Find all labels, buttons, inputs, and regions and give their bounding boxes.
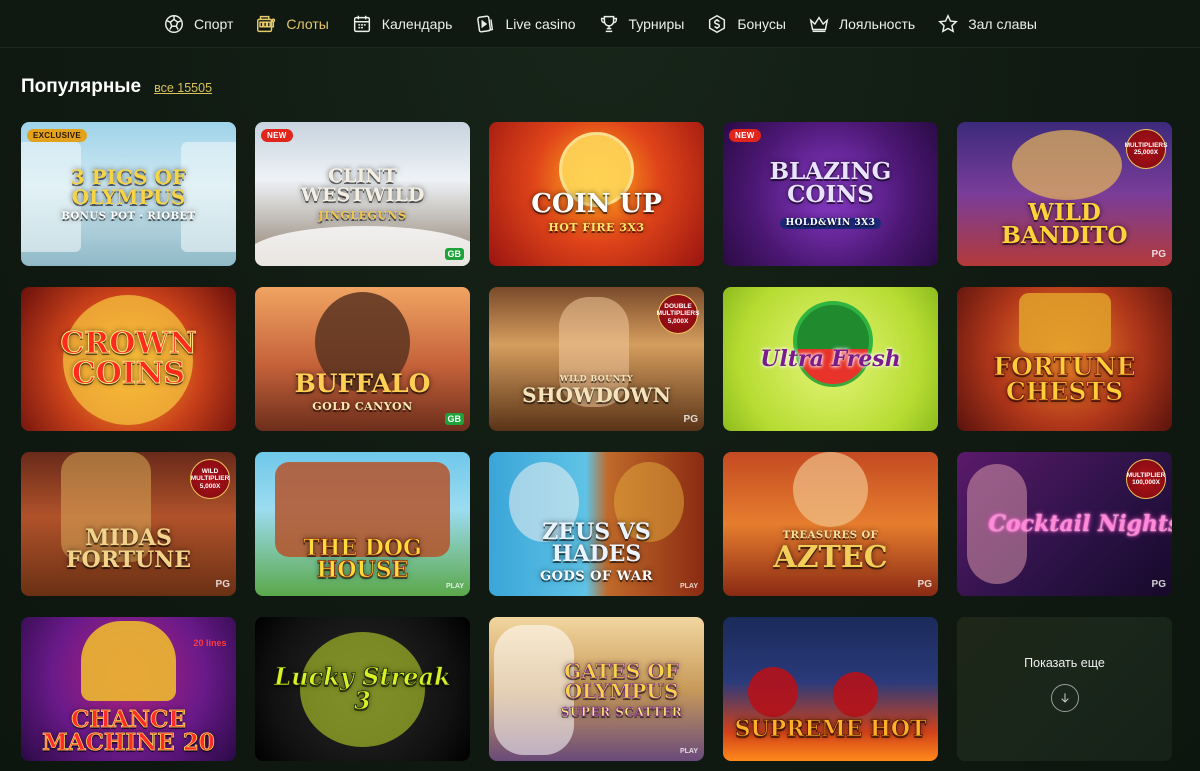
nav-item-bonuses[interactable]: Бонусы (706, 13, 786, 35)
provider-logo: PLAY (679, 748, 698, 755)
game-tile-zeus-vs-hades[interactable]: Zeus vs Hades Gods of War PLAY (489, 452, 704, 596)
calendar-icon (351, 13, 373, 35)
show-more-button[interactable]: Показать еще (957, 617, 1172, 761)
game-tile-midas-fortune[interactable]: WILD MULTIPLIER 5,000X Midas Fortune PG (21, 452, 236, 596)
multiplier-badge: DOUBLE MULTIPLIERS 5,000X (657, 294, 699, 334)
new-badge: NEW (729, 129, 761, 142)
game-tile-blazing-coins[interactable]: NEW Blazing Coins Hold&Win 3x3 (723, 122, 938, 266)
game-title: Clint Westwild Jingleguns (300, 165, 425, 222)
game-title: Treasures of Aztec (773, 530, 888, 575)
games-grid: EXCLUSIVE 3 Pigs of Olympus Bonus Pot · … (21, 122, 1172, 761)
nav-label: Бонусы (737, 15, 786, 32)
all-games-link[interactable]: все 15505 (154, 81, 212, 95)
soccer-ball-icon (163, 13, 185, 35)
game-title: Ultra Fresh (760, 346, 901, 372)
provider-logo: PG (683, 414, 698, 425)
nav-label: Слоты (286, 15, 329, 32)
game-title: Gates of Olympus Super Scatter (560, 658, 683, 719)
multiplier-badge: WILD MULTIPLIER 5,000X (190, 459, 230, 499)
game-tile-fortune-chests[interactable]: Fortune Chests (957, 287, 1172, 431)
game-title: Lucky Streak 3 (274, 662, 451, 715)
nav-item-sport[interactable]: Спорт (163, 13, 233, 35)
arrow-down-circle-icon (1050, 684, 1079, 712)
game-title: Buffalo Gold Canyon (294, 368, 431, 413)
game-title: Fortune Chests (993, 352, 1136, 406)
game-tile-wild-bounty-showdown[interactable]: DOUBLE MULTIPLIERS 5,000X Wild Bounty Sh… (489, 287, 704, 431)
section-header: Популярные все 15505 (21, 76, 212, 98)
game-title: The Dog House (303, 535, 422, 583)
nav-label: Турниры (628, 15, 685, 32)
game-title: Crown Coins (60, 326, 197, 391)
provider-logo: PLAY (445, 583, 464, 590)
nav-item-live-casino[interactable]: Live casino (474, 13, 576, 35)
lines-badge: 20 lines (193, 638, 227, 649)
nav-label: Live casino (505, 15, 576, 32)
show-more-label: Показать еще (1024, 656, 1105, 670)
game-title: Zeus vs Hades Gods of War (540, 519, 653, 584)
game-tile-chance-machine-20[interactable]: 20 lines Chance Machine 20 (21, 617, 236, 761)
dollar-coin-icon (706, 13, 728, 35)
game-tile-supreme-hot[interactable]: Supreme Hot (723, 617, 938, 761)
game-tile-the-dog-house[interactable]: The Dog House PLAY (255, 452, 470, 596)
crown-icon (808, 13, 830, 35)
nav-item-calendar[interactable]: Календарь (351, 13, 453, 35)
game-tile-ultra-fresh[interactable]: Ultra Fresh (723, 287, 938, 431)
slot-machine-icon (255, 13, 277, 35)
nav-label: Календарь (381, 15, 453, 32)
game-title: 3 Pigs of Olympus Bonus Pot · Riobet (61, 164, 196, 222)
multiplier-badge: MULTIPLIER 100,000X (1126, 459, 1166, 499)
provider-logo: PG (1151, 579, 1166, 590)
game-title: Midas Fortune (65, 525, 192, 573)
provider-logo: PG (215, 579, 230, 590)
game-tile-cocktail-nights[interactable]: MULTIPLIER 100,000X Cocktail Nights PG (957, 452, 1172, 596)
nav-label: Зал славы (968, 15, 1037, 32)
game-tile-lucky-streak-3[interactable]: Lucky Streak 3 (255, 617, 470, 761)
multiplier-badge: MULTIPLIERS 25,000X (1125, 129, 1167, 169)
nav-item-loyalty[interactable]: Лояльность (808, 13, 915, 35)
exclusive-badge: EXCLUSIVE (27, 129, 88, 142)
game-title: Coin Up Hot Fire 3x3 (531, 189, 662, 234)
nav-label: Спорт (194, 15, 234, 32)
provider-logo: GB (444, 413, 464, 425)
live-casino-icon (474, 13, 496, 35)
game-tile-coin-up[interactable]: Coin Up Hot Fire 3x3 (489, 122, 704, 266)
nav-item-slots[interactable]: Слоты (255, 13, 329, 35)
nav-item-hall-of-fame[interactable]: Зал славы (937, 13, 1037, 35)
game-tile-3-pigs-of-olympus[interactable]: EXCLUSIVE 3 Pigs of Olympus Bonus Pot · … (21, 122, 236, 266)
game-title: Cocktail Nights (988, 511, 1172, 537)
nav-label: Лояльность (838, 15, 916, 32)
new-badge: NEW (261, 129, 293, 142)
provider-logo: PLAY (679, 583, 698, 590)
provider-logo: PG (917, 579, 932, 590)
top-navigation: Спорт Слоты Календарь Live casino Турнир… (0, 0, 1200, 48)
game-tile-gates-of-olympus[interactable]: Gates of Olympus Super Scatter PLAY (489, 617, 704, 761)
game-tile-wild-bandito[interactable]: MULTIPLIERS 25,000X Wild Bandito PG (957, 122, 1172, 266)
star-icon (937, 13, 959, 35)
game-title: Chance Machine 20 (42, 706, 215, 756)
game-title: Wild Bandito (1001, 199, 1128, 249)
game-tile-buffalo[interactable]: Buffalo Gold Canyon GB (255, 287, 470, 431)
provider-logo: PG (1151, 249, 1166, 260)
game-title: Wild Bounty Showdown (522, 372, 671, 407)
game-tile-crown-coins[interactable]: Crown Coins (21, 287, 236, 431)
provider-logo: GB (444, 248, 464, 260)
nav-item-tournaments[interactable]: Турниры (598, 13, 685, 35)
section-title: Популярные (21, 76, 142, 97)
game-tile-treasures-of-aztec[interactable]: Treasures of Aztec PG (723, 452, 938, 596)
trophy-icon (598, 13, 620, 35)
game-title: Supreme Hot (734, 716, 927, 742)
game-title: Blazing Coins Hold&Win 3x3 (769, 157, 892, 229)
game-tile-clint-westwild[interactable]: NEW Clint Westwild Jingleguns GB (255, 122, 470, 266)
